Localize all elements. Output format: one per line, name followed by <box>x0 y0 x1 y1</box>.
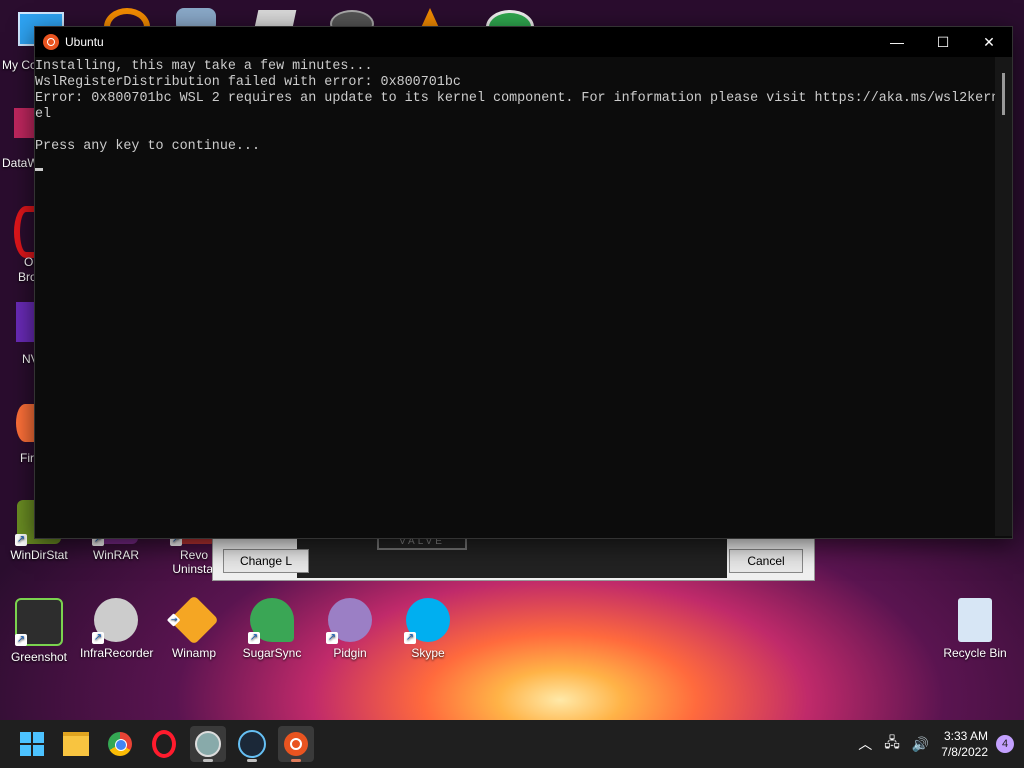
winrar-label: WinRAR <box>92 548 139 562</box>
ubuntu-console-window[interactable]: Ubuntu — ☐ ✕ Installing, this may take a… <box>34 26 1013 539</box>
clock-time: 3:33 AM <box>943 729 988 743</box>
greenshot-label: Greenshot <box>10 650 68 664</box>
text-cursor <box>35 168 43 171</box>
title-bar[interactable]: Ubuntu — ☐ ✕ <box>35 27 1012 57</box>
pidgin-shortcut[interactable]: ↗ Pidgin <box>314 598 386 660</box>
scrollbar-thumb[interactable] <box>1002 73 1005 115</box>
vertical-scrollbar[interactable] <box>995 57 1012 536</box>
terminal-output[interactable]: Installing, this may take a few minutes.… <box>35 57 1012 171</box>
system-tray: ︿ 🖧 🔊 3:33 AM 7/8/2022 4 <box>852 720 1024 768</box>
winamp-icon: ↗ <box>166 595 219 645</box>
datawrangler-icon[interactable] <box>14 108 34 138</box>
steam-button[interactable] <box>234 726 270 762</box>
chrome-icon <box>108 732 132 756</box>
maximize-button[interactable]: ☐ <box>920 27 966 57</box>
clock[interactable]: 3:33 AM 7/8/2022 <box>941 728 988 760</box>
skype-icon: ↗ <box>404 598 450 644</box>
dialog-banner <box>297 538 727 578</box>
minimize-button[interactable]: — <box>874 27 920 57</box>
change-location-button[interactable]: Change L <box>223 549 309 573</box>
file-explorer-button[interactable] <box>58 726 94 762</box>
valve-logo: VALVE <box>377 537 467 550</box>
windirstat-label: WinDirStat <box>10 548 68 562</box>
steam-icon <box>238 730 266 758</box>
winamp-shortcut[interactable]: ↗ Winamp <box>158 595 230 660</box>
running-indicator <box>203 759 213 762</box>
windows-logo-icon <box>20 732 44 756</box>
terminal-line: Error: 0x800701bc WSL 2 requires an upda… <box>35 91 1000 106</box>
nv-app-icon[interactable] <box>16 302 34 342</box>
terminal-line: WslRegisterDistribution failed with erro… <box>35 75 461 90</box>
ubuntu-icon <box>43 34 59 50</box>
terminal-line: Press any key to continue... <box>35 139 260 154</box>
ubuntu-icon <box>284 732 308 756</box>
recycle-bin[interactable]: Recycle Bin <box>939 598 1011 660</box>
infrarecorder-label: InfraRecorder <box>80 646 154 660</box>
terminal-line: Installing, this may take a few minutes.… <box>35 59 373 74</box>
sugarsync-label: SugarSync <box>242 646 302 660</box>
chevron-up-icon[interactable]: ︿ <box>858 734 872 754</box>
window-title: Ubuntu <box>65 35 104 49</box>
skype-shortcut[interactable]: ↗ Skype <box>392 598 464 660</box>
taskbar: ︿ 🖧 🔊 3:33 AM 7/8/2022 4 <box>0 720 1024 768</box>
recycle-bin-label: Recycle Bin <box>943 646 1007 660</box>
infrarecorder-shortcut[interactable]: ↗ InfraRecorder <box>80 598 154 660</box>
opera-icon <box>152 730 176 758</box>
greenshot-icon: ↗ <box>15 598 63 646</box>
pidgin-icon: ↗ <box>326 598 372 644</box>
start-button[interactable] <box>14 726 50 762</box>
opera-button[interactable] <box>146 726 182 762</box>
clock-date: 7/8/2022 <box>941 745 988 759</box>
app-icon <box>195 731 221 757</box>
infrarecorder-icon: ↗ <box>92 598 138 644</box>
folder-icon <box>63 732 89 756</box>
skype-label: Skype <box>411 646 445 660</box>
chrome-button[interactable] <box>102 726 138 762</box>
sugarsync-icon: ↗ <box>248 598 294 644</box>
pidgin-label: Pidgin <box>333 646 367 660</box>
recycle-bin-icon <box>958 598 992 642</box>
terminal-line: el <box>35 107 52 122</box>
winamp-label: Winamp <box>171 646 216 660</box>
volume-icon[interactable]: 🔊 <box>912 736 929 753</box>
firefox-icon[interactable] <box>16 404 34 442</box>
desktop-app-button[interactable] <box>190 726 226 762</box>
close-button[interactable]: ✕ <box>966 27 1012 57</box>
network-icon[interactable]: 🖧 <box>884 732 900 756</box>
cancel-button[interactable]: Cancel <box>729 549 803 573</box>
sugarsync-shortcut[interactable]: ↗ SugarSync <box>236 598 308 660</box>
running-indicator <box>247 759 257 762</box>
background-installer-dialog: VALVE Change L Cancel <box>212 537 815 581</box>
ubuntu-taskbar-button[interactable] <box>278 726 314 762</box>
notification-badge[interactable]: 4 <box>996 735 1014 753</box>
running-indicator <box>291 759 301 762</box>
greenshot-shortcut[interactable]: ↗ Greenshot <box>3 598 75 664</box>
